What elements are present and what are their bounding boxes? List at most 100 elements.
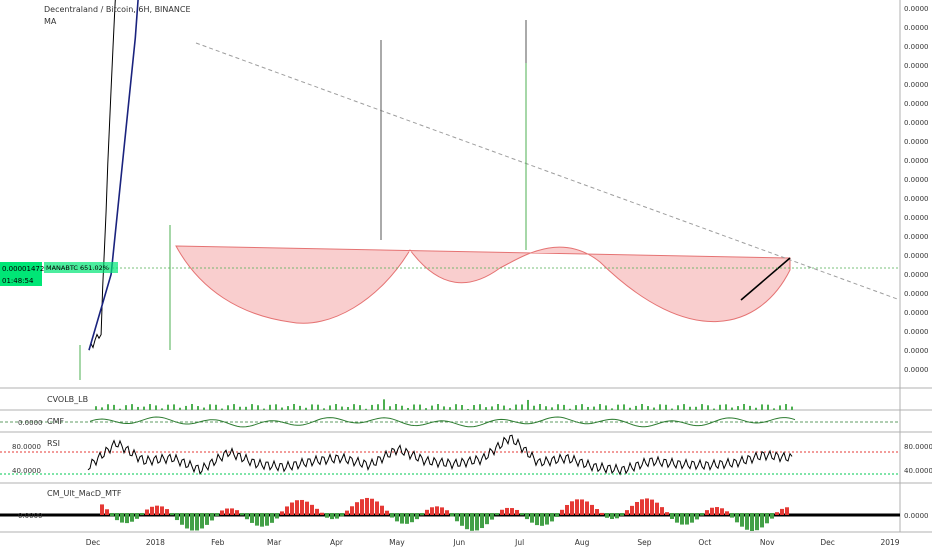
macd-hist-bar [265,513,269,526]
cvolb-bar [503,405,505,410]
cvolb-bar [575,405,577,410]
indicator-label-ma: MA [44,17,57,26]
cvolb-bar [635,405,637,410]
macd-hist-bar [425,509,429,515]
cvolb-bar [323,408,325,410]
macd-hist-bar [610,513,614,520]
cvolb-bar [275,404,277,410]
cvolb-bar [143,406,145,410]
panel-label-rsi: RSI [47,439,60,448]
cvolb-bar [347,406,349,410]
macd-hist-bar [470,513,474,531]
macd-hist-bar [655,502,659,515]
macd-hist-bar [225,508,229,515]
macd-hist-bar [660,507,664,515]
cvolb-bar [407,407,409,410]
time-axis-tick: Feb [211,538,225,547]
macd-hist-bar [775,512,779,515]
cvolb-bar [185,405,187,410]
panel-label-macd: CM_Ult_MacD_MTF [47,489,122,498]
macd-hist-bar [635,501,639,515]
macd-hist-bar [150,506,154,515]
macd-hist-bar [250,513,254,523]
macd-hist-bar [715,507,719,515]
cvolb-bar [353,404,355,410]
cvolb-bar [785,404,787,410]
cvolb-bar [239,406,241,410]
cvolb-bar [653,407,655,410]
macd-hist-bar [375,501,379,515]
cvolb-bar [167,404,169,410]
macd-hist-bar [595,509,599,515]
cmf-left-zero: 0.0000 [18,419,43,427]
macd-hist-bar [505,507,509,515]
macd-hist-bar [515,509,519,515]
cvolb-bar [557,404,559,410]
rsi-axis-tick-left: 40.0000 [12,467,41,475]
macd-hist-bar [205,513,209,525]
time-axis-tick: Sep [637,538,651,547]
cvolb-bar [647,406,649,410]
time-axis-tick: Jul [514,538,524,547]
macd-hist-bar [385,510,389,515]
right-axis-tick: 0.0000 [904,176,929,184]
cvolb-bar [413,404,415,410]
trading-chart: Decentraland / Bitcoin, 6H, BINANCE MA C… [0,0,932,547]
macd-hist-bar [305,501,309,515]
rsi-line [87,434,793,476]
macd-hist-bar [565,504,569,515]
cvolb-bar [779,405,781,410]
macd-hist-bar [285,506,289,515]
macd-hist-bar [185,513,189,529]
cvolb-bar [191,404,193,410]
cvolb-bar [563,404,565,410]
price-tag-value: 0.00001472 [2,265,44,273]
cvolb-bar [377,404,379,410]
cvolb-bar [383,399,385,410]
macd-hist-bar [555,513,559,517]
cvolb-bar [527,399,529,410]
right-axis-tick: 0.0000 [904,252,929,260]
macd-hist-bar [785,507,789,515]
macd-hist-bar [290,502,294,515]
macd-hist-bar [420,513,424,516]
macd-hist-bar [345,510,349,515]
macd-hist-bar [650,499,654,515]
macd-hist-bar [255,513,259,526]
cvolb-bar [311,404,313,410]
macd-hist-bar [740,513,744,527]
macd-hist-bar [720,508,724,515]
macd-hist-bar [315,508,319,515]
macd-hist-bar [120,513,124,523]
cvolb-bar [419,404,421,410]
cvolb-bar [713,408,715,410]
right-axis-tick: 0.0000 [904,81,929,89]
macd-hist-bar [445,510,449,515]
cvolb-bar [497,404,499,410]
cvolb-bar [137,406,139,410]
macd-hist-bar [165,509,169,515]
cvolb-bar [743,404,745,410]
macd-hist-bar [390,513,394,518]
right-axis-tick: 0.0000 [904,347,929,355]
cvolb-bar [155,405,157,410]
cvolb-bar [389,406,391,410]
cvolb-bar [437,404,439,410]
cvolb-bar [221,408,223,410]
cvolb-bar [731,407,733,410]
chart-title: Decentraland / Bitcoin, 6H, BINANCE [44,5,191,14]
macd-hist-bar [335,513,339,519]
macd-hist-bar [695,513,699,520]
macd-hist-bar [675,513,679,523]
time-axis-tick: 2018 [146,538,165,547]
cvolb-bar [269,404,271,410]
macd-hist-bar [560,509,564,515]
cvolb-bar [719,404,721,410]
cvolb-bar [359,405,361,410]
cvolb-bar [551,407,553,410]
cvolb-bar [263,408,265,410]
cvolb-bar [677,405,679,410]
cvolb-bar [491,406,493,410]
macd-hist-bar [520,513,524,516]
cvolb-bar [173,404,175,410]
